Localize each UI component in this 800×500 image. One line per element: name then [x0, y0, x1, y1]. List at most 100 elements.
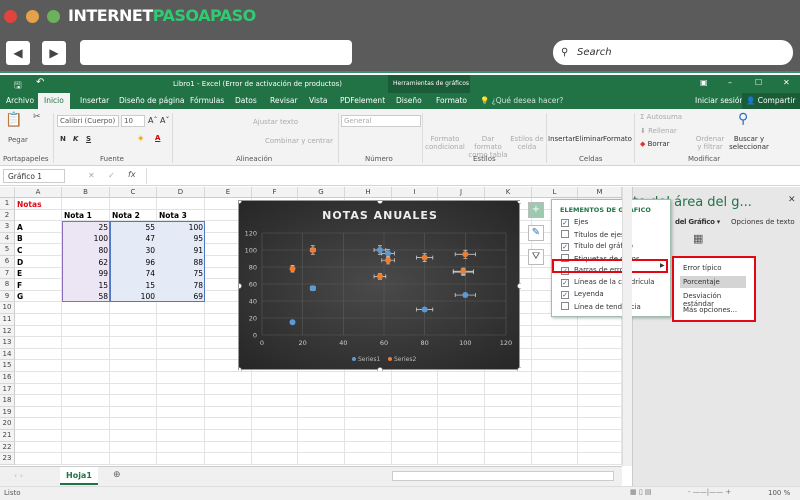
clear-button[interactable]: ◆ Borrar	[640, 140, 670, 148]
row-header[interactable]: 7	[0, 267, 15, 280]
row-header[interactable]: 2	[0, 209, 15, 222]
minimize-button[interactable]: –	[728, 78, 732, 87]
size-properties-icon[interactable]: ▦	[693, 232, 703, 245]
chart-styles-button[interactable]: ✎	[528, 225, 544, 241]
data-cell[interactable]: 25	[62, 223, 110, 232]
autosum-button[interactable]: Σ Autosuma	[640, 113, 682, 121]
row-label-cell[interactable]: F	[15, 281, 24, 290]
row-header[interactable]: 13	[0, 337, 15, 349]
chart-element-item[interactable]: Títulos de ejes	[561, 230, 625, 239]
tab-vista[interactable]: Vista	[309, 96, 328, 105]
row-header[interactable]: 5	[0, 244, 15, 256]
row-header[interactable]: 22	[0, 441, 15, 454]
panel-tab-chart-options[interactable]: del Gráfico ▾	[675, 218, 720, 226]
sort-filter-button[interactable]: Ordenar y filtrar	[693, 135, 727, 151]
data-cell[interactable]: 55	[110, 223, 157, 232]
sheet-tab-hoja1[interactable]: Hoja1	[60, 467, 98, 485]
tab-archivo[interactable]: Archivo	[6, 96, 34, 105]
row-header[interactable]: 6	[0, 256, 15, 268]
row-header[interactable]: 1	[0, 198, 15, 210]
font-color-icon[interactable]: A	[155, 134, 160, 142]
column-header[interactable]: C	[110, 187, 157, 198]
submenu-item[interactable]: Error típico	[680, 262, 746, 274]
row-label-cell[interactable]: E	[15, 269, 24, 278]
tab-pdfelement[interactable]: PDFelement	[340, 96, 385, 105]
row-header[interactable]: 9	[0, 290, 15, 303]
tab-inicio[interactable]: Inicio	[38, 93, 70, 109]
cell-styles-button[interactable]: Estilos de celda	[510, 135, 544, 151]
data-cell[interactable]: 100	[62, 234, 110, 243]
fill-button[interactable]: ⬇ Rellenar	[640, 127, 677, 135]
horizontal-scrollbar[interactable]	[392, 471, 614, 481]
row-label-cell[interactable]: D	[15, 258, 25, 267]
formula-input[interactable]	[146, 168, 796, 184]
data-cell[interactable]: 15	[110, 281, 157, 290]
chart[interactable]: 0 20 40 60 80 100 120 0 20 40 60 80 100 120 Series1 Ser…	[236, 198, 523, 373]
close-button[interactable]: ✕	[783, 78, 790, 87]
tell-me-input[interactable]: 💡 ¿Qué desea hacer?	[480, 96, 563, 105]
minimize-dot[interactable]	[26, 10, 39, 23]
paste-icon[interactable]: 📋	[5, 112, 22, 128]
column-header[interactable]: J	[438, 187, 485, 198]
chart-element-item[interactable]: ✓ Leyenda	[561, 290, 604, 299]
panel-close-icon[interactable]: ✕	[788, 195, 796, 205]
address-bar[interactable]	[80, 40, 352, 65]
chart-element-item[interactable]: ✓ Ejes	[561, 218, 588, 227]
row-header[interactable]: 18	[0, 395, 15, 407]
chart-element-item[interactable]: ✓ Líneas de la cuadrícula	[561, 278, 655, 287]
column-header[interactable]: I	[392, 187, 438, 198]
sign-in-link[interactable]: Iniciar sesión	[695, 96, 744, 105]
format-cells-button[interactable]: Formato	[603, 135, 632, 143]
tab-diseno-pagina[interactable]: Diseño de página	[119, 96, 184, 105]
delete-cells-button[interactable]: Eliminar	[575, 135, 604, 143]
merge-button[interactable]: Combinar y centrar	[265, 137, 333, 145]
row-header[interactable]: 12	[0, 325, 15, 338]
column-header[interactable]: G	[298, 187, 345, 198]
data-cell[interactable]: 99	[62, 269, 110, 278]
tab-diseno[interactable]: Diseño	[396, 96, 422, 105]
save-icon[interactable]: 🖫	[14, 78, 22, 94]
checkbox[interactable]: ✓	[561, 291, 569, 299]
submenu-arrow-icon[interactable]: ▶	[660, 262, 665, 269]
cut-icon[interactable]: ✂	[33, 112, 41, 122]
tab-insertar[interactable]: Insertar	[80, 96, 109, 105]
data-cell[interactable]: 58	[62, 292, 110, 301]
row-header[interactable]: 10	[0, 302, 15, 314]
font-name-select[interactable]: Calibri (Cuerpo)	[57, 115, 119, 127]
panel-tab-text-options[interactable]: Opciones de texto	[731, 218, 795, 226]
row-label-cell[interactable]: C	[15, 246, 25, 255]
view-buttons-icon[interactable]: ▦ ▯ ▤	[630, 488, 652, 496]
share-button[interactable]: 👤 Compartir	[742, 93, 800, 109]
data-cell[interactable]: 100	[110, 292, 157, 301]
vertical-scrollbar[interactable]	[622, 187, 632, 466]
ribbon-display-icon[interactable]: ▣	[700, 78, 708, 87]
conditional-format-button[interactable]: Formato condicional	[425, 135, 465, 151]
grow-font-icon[interactable]: Aˆ Aˇ	[148, 116, 170, 125]
data-cell[interactable]: 47	[110, 234, 157, 243]
column-header[interactable]: K	[485, 187, 532, 198]
row-header[interactable]: 23	[0, 453, 15, 465]
data-cell[interactable]: 30	[110, 246, 157, 255]
underline-button[interactable]: S	[86, 135, 91, 143]
column-header[interactable]: E	[205, 187, 252, 198]
data-cell[interactable]: 69	[157, 292, 205, 301]
data-cell[interactable]: 100	[157, 223, 205, 232]
row-header[interactable]: 15	[0, 360, 15, 372]
paste-button[interactable]: Pegar	[8, 136, 28, 144]
row-label-cell[interactable]: A	[15, 223, 25, 232]
column-header[interactable]: M	[578, 187, 622, 198]
data-cell[interactable]: 78	[157, 281, 205, 290]
row-label-cell[interactable]: G	[15, 292, 25, 301]
data-cell[interactable]: 75	[157, 269, 205, 278]
search-input[interactable]: ⚲ Search	[553, 40, 793, 65]
close-dot[interactable]	[4, 10, 17, 23]
data-cell[interactable]: 80	[62, 246, 110, 255]
row-header[interactable]: 17	[0, 383, 15, 396]
sheet-title-cell[interactable]: Notas	[15, 200, 44, 209]
row-label-cell[interactable]: B	[15, 234, 25, 243]
column-header[interactable]: H	[345, 187, 392, 198]
data-cell[interactable]: 91	[157, 246, 205, 255]
data-cell[interactable]: 88	[157, 258, 205, 267]
checkbox[interactable]: ✓	[561, 243, 569, 251]
checkbox[interactable]: ✓	[561, 279, 569, 287]
